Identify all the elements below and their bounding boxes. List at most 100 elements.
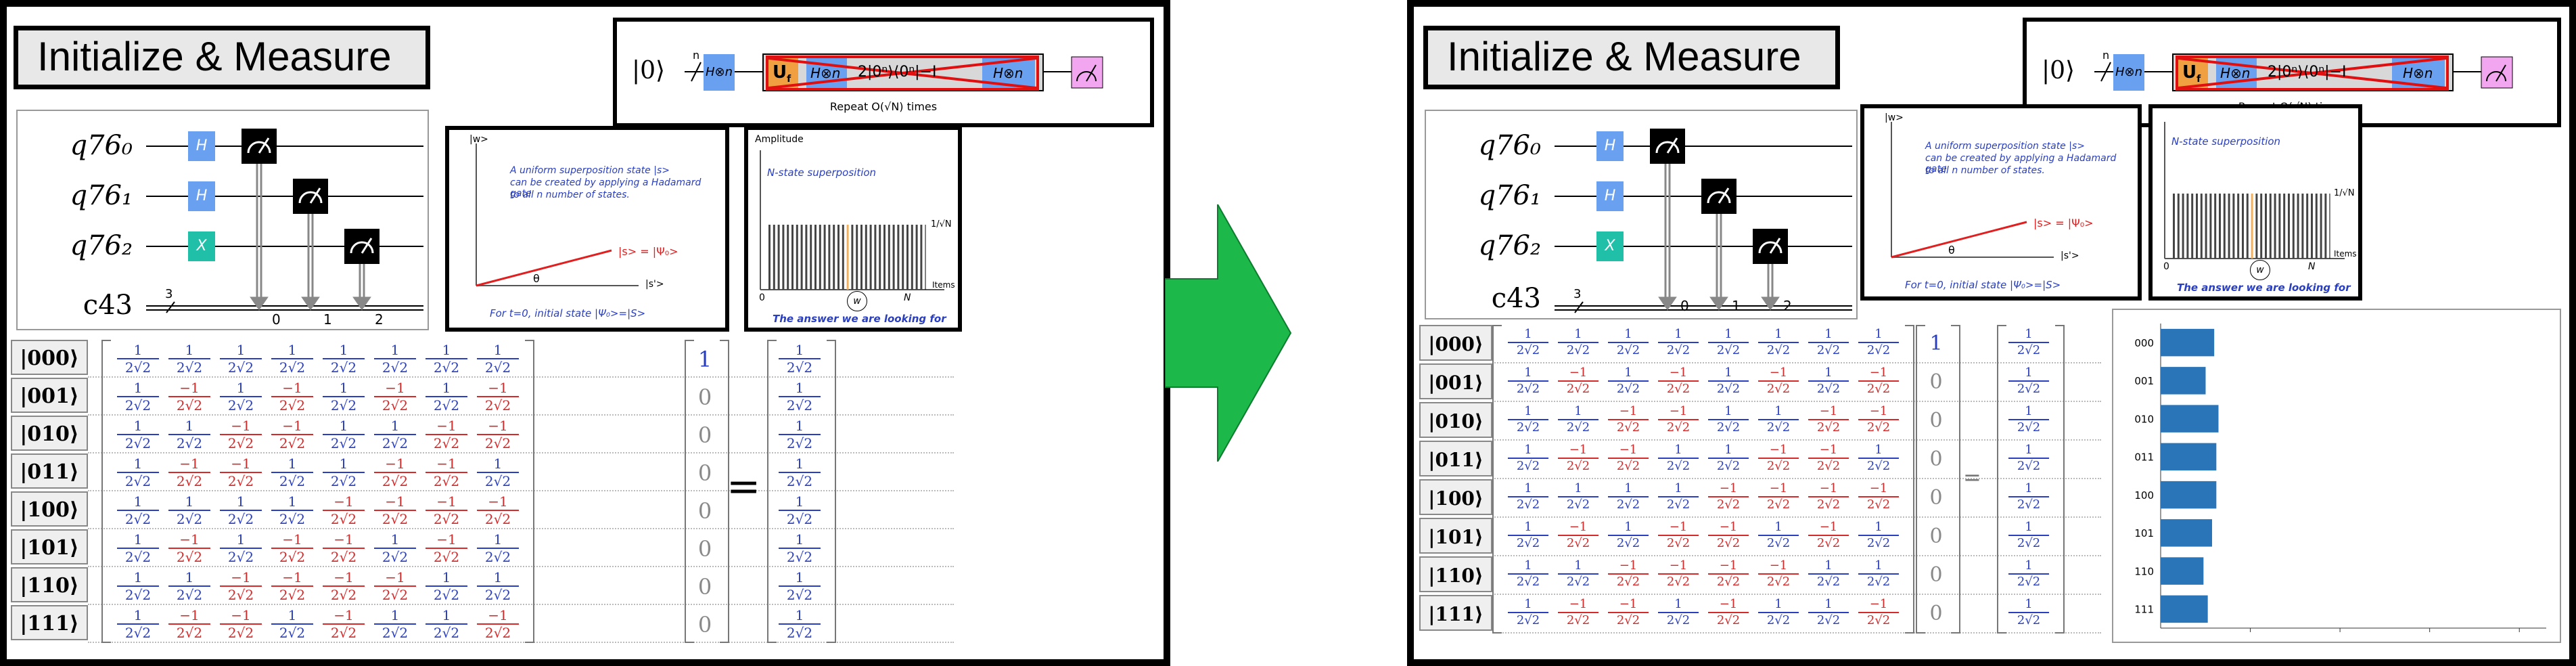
ket-label: |100⟩ <box>11 491 88 527</box>
matrix-entry: −1 2√2 <box>215 456 267 489</box>
ket-label: |101⟩ <box>1419 518 1492 554</box>
creg-size: 3 <box>165 287 173 301</box>
amplitude-bar <box>2274 194 2276 259</box>
histogram-tick-label: 001 <box>2134 375 2154 387</box>
row-divider <box>1492 478 2101 479</box>
matrix-entry: 1 2√2 <box>1603 328 1653 357</box>
input-vector-entry: 0 <box>697 498 712 525</box>
matrix-entry: −1 2√2 <box>318 608 369 640</box>
row-divider <box>88 566 954 567</box>
creg-bit-2: 2 <box>1783 298 1792 314</box>
amplitude-bar <box>2315 194 2318 259</box>
matrix-entry: 1 2√2 <box>1703 328 1753 357</box>
histogram-tick-label: 111 <box>2134 604 2154 616</box>
row-divider <box>88 376 954 378</box>
creg-bit-2: 2 <box>375 311 384 328</box>
matrix-entry: 1 2√2 <box>164 570 215 602</box>
amp-xN: N <box>2308 261 2316 272</box>
matrix-entry: 1 2√2 <box>1553 328 1603 357</box>
grover-h-gate[interactable]: H⊗n <box>2113 54 2144 91</box>
amplitude-bar <box>860 225 862 290</box>
h-gate-1[interactable]: H <box>188 181 215 211</box>
matrix-entry: 1 2√2 <box>112 418 164 451</box>
matrix-entry: −1 2√2 <box>267 532 318 564</box>
matrix-entry: 1 2√2 <box>318 380 369 413</box>
amplitude-bar <box>911 225 913 290</box>
matrix-entry: 1 2√2 <box>1854 443 1904 473</box>
input-vector-entry: 0 <box>697 612 712 638</box>
amplitude-bar <box>791 225 794 290</box>
matrix-entry: 1 2√2 <box>2004 520 2054 550</box>
measure-gate-0[interactable] <box>1650 129 1685 164</box>
vector-yaxis-label: |w> <box>1885 112 1904 123</box>
grover-caption: Repeat O(√N) times <box>829 100 938 113</box>
h-gate-0[interactable]: H <box>1596 131 1624 161</box>
creg-bit-0: 0 <box>272 311 281 328</box>
matrix-entry: 1 2√2 <box>774 532 825 564</box>
matrix-entry: 1 2√2 <box>1803 559 1854 589</box>
grover-h-gate[interactable]: H⊗n <box>704 54 735 91</box>
h-gate-0[interactable]: H <box>188 131 215 161</box>
matrix-entry: 1 2√2 <box>2004 366 2054 396</box>
measure-gate-0[interactable] <box>242 129 277 164</box>
matrix-entry: 1 2√2 <box>369 418 421 451</box>
creg-bit-1: 1 <box>1732 298 1741 314</box>
matrix-entry: 1 2√2 <box>472 456 524 489</box>
matrix-entry: 1 2√2 <box>421 570 472 602</box>
amplitude-bar <box>833 225 835 290</box>
amplitude-bar <box>2205 194 2207 259</box>
matrix-entry: 1 2√2 <box>164 494 215 527</box>
matrix-entry: 1 2√2 <box>112 608 164 640</box>
x-gate-2[interactable]: X <box>1596 231 1624 261</box>
matrix-entry: −1 2√2 <box>472 494 524 527</box>
ket-label: |011⟩ <box>11 453 88 489</box>
row-divider <box>88 604 954 605</box>
matrix-entry: 1 2√2 <box>774 608 825 640</box>
matrix-entry: −1 2√2 <box>1854 482 1904 512</box>
amp-title: N-state superposition <box>767 166 877 179</box>
measure-gate-2[interactable] <box>344 229 380 264</box>
right-circuit: q76₀ q76₁ q76₂ c43 3 0 1 2 H H X <box>1425 110 1858 319</box>
matrix-entry: 1 2√2 <box>1503 520 1553 550</box>
amplitude-bar <box>2251 194 2253 259</box>
matrix-entry: −1 2√2 <box>1703 598 1753 627</box>
ket-label: |100⟩ <box>1419 479 1492 515</box>
matrix-entry: 1 2√2 <box>774 380 825 413</box>
matrix-entry: −1 2√2 <box>1653 405 1703 435</box>
matrix-entry: −1 2√2 <box>1603 405 1653 435</box>
grover-h2-label: H⊗n <box>2220 65 2251 81</box>
qubit-label-0: q76₀ <box>1478 130 1541 161</box>
vector-yaxis-label: |w> <box>469 134 488 145</box>
matrix-entry: 1 2√2 <box>1503 482 1553 512</box>
amplitude-bar <box>902 225 904 290</box>
matrix-bracket <box>685 340 694 643</box>
matrix-entry: 1 2√2 <box>318 342 369 375</box>
x-gate-2[interactable]: X <box>188 231 215 261</box>
matrix-entry: −1 2√2 <box>421 494 472 527</box>
amplitude-bar <box>796 225 798 290</box>
matrix-entry: −1 2√2 <box>1553 598 1603 627</box>
amplitude-bar <box>805 225 808 290</box>
matrix-entry: 1 2√2 <box>1854 520 1904 550</box>
row-divider <box>88 490 954 491</box>
h-gate-1[interactable]: H <box>1596 181 1624 211</box>
histogram-tick-label: 110 <box>2134 565 2154 577</box>
input-vector-entry: 0 <box>1929 370 1943 395</box>
amplitude-bar <box>2288 194 2290 259</box>
matrix-entry: 1 2√2 <box>1753 405 1803 435</box>
matrix-entry: 1 2√2 <box>2004 328 2054 357</box>
ket-label: |001⟩ <box>1419 363 1492 399</box>
amplitude-bar <box>2255 194 2258 259</box>
amplitude-bar <box>2219 194 2221 259</box>
transition-arrow <box>1165 204 1292 462</box>
measure-gate-1[interactable] <box>1701 179 1736 214</box>
amp-w-marker: w <box>847 291 867 311</box>
matrix-entry: −1 2√2 <box>1703 520 1753 550</box>
ket-label: |101⟩ <box>11 529 88 564</box>
measure-gate-1[interactable] <box>293 179 328 214</box>
vector-state-label: |s> = |Ψ₀> <box>2033 217 2094 229</box>
matrix-entry: 1 2√2 <box>421 608 472 640</box>
measure-gate-2[interactable] <box>1753 229 1788 264</box>
amplitude-bar <box>810 225 812 290</box>
ket-label: |000⟩ <box>1419 325 1492 361</box>
